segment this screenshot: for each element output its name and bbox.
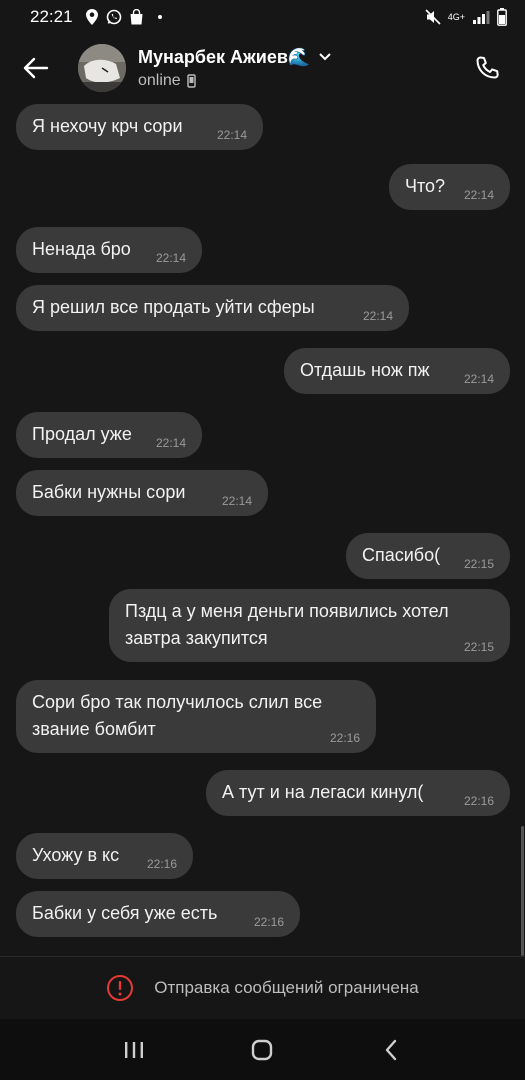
message-text: Сори бро так получилось слил все звание … (32, 692, 323, 739)
dot-icon (157, 15, 162, 19)
message-incoming[interactable]: Сори бро так получилось слил все звание … (16, 680, 376, 753)
status-bar: 22:21 4G+ (0, 0, 525, 34)
message-incoming[interactable]: Ненада бро 22:14 (16, 227, 202, 273)
message-text: А тут и на легаси кинул( (222, 782, 424, 802)
message-text: Я решил все продать уйти сферы (32, 297, 315, 317)
message-text: Я нехочу крч сори (32, 116, 183, 136)
battery-icon (497, 8, 507, 26)
network-type-label: 4G+ (447, 11, 465, 22)
contact-name: Мунарбек Ажиев🌊 (138, 46, 311, 67)
home-button[interactable] (237, 1030, 287, 1070)
arrow-left-icon (23, 57, 49, 79)
online-status: online (138, 71, 181, 89)
status-time: 22:21 (30, 7, 73, 26)
message-time: 22:16 (146, 857, 177, 871)
message-incoming[interactable]: Бабки у себя уже есть 22:16 (16, 891, 300, 937)
message-text: Пздц а у меня деньги появились хотел зав… (125, 601, 449, 648)
message-time: 22:14 (221, 494, 252, 508)
chevron-left-icon (385, 1039, 397, 1060)
message-time: 22:16 (253, 915, 284, 929)
status-notification-icons (85, 9, 163, 25)
warning-icon (107, 975, 134, 1001)
messaging-restricted-notice: Отправка сообщений ограничена (0, 956, 525, 1019)
message-list[interactable]: Я нехочу крч сори 22:14 Что? 22:14 Ненад… (0, 100, 525, 956)
message-time: 22:14 (463, 372, 494, 386)
online-row: online (138, 72, 332, 90)
message-text: Бабки у себя уже есть (32, 903, 218, 923)
message-time: 22:16 (329, 731, 360, 745)
message-incoming[interactable]: Продал уже 22:14 (16, 412, 202, 458)
phone-icon (476, 56, 499, 79)
message-time: 22:14 (155, 251, 186, 265)
message-incoming[interactable]: Я нехочу крч сори 22:14 (16, 104, 263, 150)
location-icon (85, 9, 98, 25)
shopping-bag-icon (130, 9, 143, 25)
message-time: 22:14 (362, 309, 393, 323)
message-time: 22:14 (155, 436, 186, 450)
message-time: 22:14 (463, 188, 494, 202)
message-outgoing[interactable]: Спасибо( 22:15 (346, 533, 510, 579)
message-incoming[interactable]: Бабки нужны сори 22:14 (16, 470, 268, 516)
whatsapp-icon (106, 9, 121, 25)
message-text: Бабки нужны сори (32, 482, 186, 502)
message-incoming[interactable]: Я решил все продать уйти сферы 22:14 (16, 285, 409, 331)
signal-icon (473, 11, 490, 24)
restricted-text: Отправка сообщений ограничена (154, 978, 419, 997)
message-time: 22:16 (463, 794, 494, 808)
system-navigation-bar (0, 1019, 525, 1080)
recent-apps-icon (125, 1041, 144, 1058)
avatar[interactable] (78, 44, 126, 92)
home-icon (252, 1039, 273, 1060)
back-nav-button[interactable] (366, 1030, 416, 1070)
contact-name-row[interactable]: Мунарбек Ажиев🌊 (138, 47, 332, 68)
call-button[interactable] (467, 48, 507, 88)
scrollbar[interactable] (521, 826, 524, 956)
recent-apps-button[interactable] (109, 1030, 159, 1070)
message-outgoing[interactable]: Отдашь нож пж 22:14 (284, 348, 510, 394)
avatar-image (78, 44, 126, 92)
message-incoming[interactable]: Ухожу в кс 22:16 (16, 833, 193, 879)
mute-icon (425, 9, 441, 25)
contact-info: Мунарбек Ажиев🌊 online (138, 47, 332, 90)
status-system-icons: 4G+ (425, 8, 507, 26)
message-outgoing[interactable]: А тут и на легаси кинул( 22:16 (206, 770, 510, 816)
mobile-device-icon (187, 73, 196, 88)
message-outgoing[interactable]: Пздц а у меня деньги появились хотел зав… (109, 589, 510, 662)
chat-header: Мунарбек Ажиев🌊 online (0, 36, 525, 100)
message-time: 22:14 (216, 128, 247, 142)
message-time: 22:15 (463, 640, 494, 654)
message-time: 22:15 (463, 557, 494, 571)
message-outgoing[interactable]: Что? 22:14 (389, 164, 510, 210)
back-button[interactable] (16, 48, 56, 88)
chevron-down-icon (319, 53, 332, 61)
